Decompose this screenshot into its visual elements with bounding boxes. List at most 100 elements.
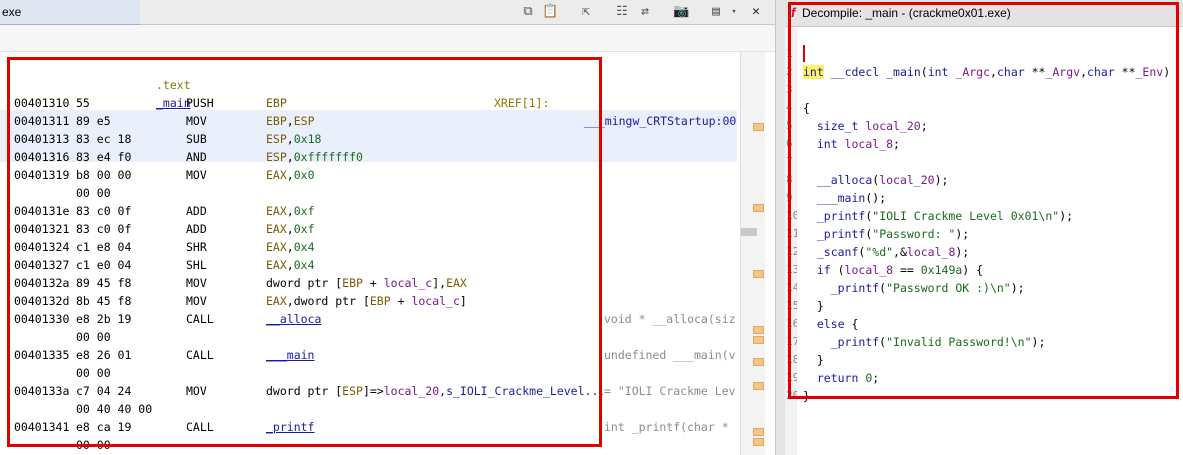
listing-address: 00401335	[14, 348, 70, 362]
code-line[interactable]: __alloca(local_20);	[803, 171, 949, 189]
listing-bytes: 83 c0 0f	[76, 204, 132, 218]
code-line[interactable]: int __cdecl _main(int _Argc,char **_Argv…	[803, 63, 1170, 81]
listing-row[interactable]: 00 00	[0, 364, 737, 382]
listing-body[interactable]: .text XREF[1]: ___mingw_CRTStartup:00 _m…	[0, 52, 740, 455]
listing-row[interactable]: 00401310 55 PUSH EBP	[0, 94, 737, 112]
listing-row[interactable]: 0040132d 8b 45 f8 MOV EAX,dword ptr [EBP + …	[0, 292, 737, 310]
listing-mnemonic: MOV	[186, 168, 207, 182]
listing-operands: ESP,0x18	[266, 132, 322, 146]
listing-row[interactable]: 00401316 83 e4 f0 AND ESP,0xfffffff0	[0, 148, 737, 166]
text-cursor	[803, 45, 805, 62]
listing-panel: exe ⧉ 📋 ⇱ ☷ ⇄ 📷 ▤ ▾ ✕ .text XREF[1]: ___…	[0, 0, 775, 455]
code-line[interactable]: if (local_8 == 0x149a) {	[803, 261, 983, 279]
listing-row[interactable]: 00401321 83 c0 0f ADD EAX,0xf	[0, 220, 737, 238]
listing-operands: EAX,0xf	[266, 204, 315, 218]
listing-operands: EAX,0x0	[266, 168, 315, 182]
code-line[interactable]: _scanf("%d",&local_8);	[803, 243, 969, 261]
listing-row[interactable]: 00401341 e8 ca 19 CALL _printf int _printf(c…	[0, 418, 737, 436]
code-line[interactable]: size_t local_20;	[803, 117, 928, 135]
listing-mnemonic: MOV	[186, 294, 207, 308]
code-line[interactable]: return 0;	[803, 369, 879, 387]
function-label-row: _main	[0, 76, 191, 110]
dropdown-icon[interactable]: ▾	[726, 4, 742, 20]
paste-icon[interactable]: 📋	[542, 4, 558, 20]
scroll-marker	[753, 382, 764, 390]
listing-bytes: 83 c0 0f	[76, 222, 132, 236]
code-line[interactable]: }	[803, 387, 810, 405]
listing-row[interactable]: 00401313 83 ec 18 SUB ESP,0x18	[0, 130, 737, 148]
listing-bytes: e8 ca 19	[76, 420, 132, 434]
line-number: 19	[786, 371, 797, 384]
code-line[interactable]: int local_8;	[803, 135, 900, 153]
listing-comment: undefined ___main(v	[604, 348, 736, 362]
listing-row[interactable]: 00401327 c1 e0 04 SHL EAX,0x4	[0, 256, 737, 274]
line-number: 6	[786, 137, 793, 150]
listing-row[interactable]: 00 00	[0, 328, 737, 346]
listing-tab[interactable]: exe	[0, 0, 142, 25]
listing-bytes: c1 e8 04	[76, 240, 132, 254]
code-line[interactable]: {	[803, 99, 810, 117]
listing-row[interactable]: 00 00	[0, 436, 737, 454]
listing-operands: EAX,0x4	[266, 240, 315, 254]
listing-bytes: 00 40 40 00	[76, 402, 153, 416]
listing-mnemonic: ADD	[186, 222, 207, 236]
layout-icon[interactable]: ▤	[708, 4, 724, 20]
code-line[interactable]: }	[803, 351, 824, 369]
decompile-panel: f Decompile: _main - (crackme0x01.exe) i…	[785, 0, 1183, 455]
listing-operands: EBP,ESP	[266, 114, 315, 128]
line-number: 2	[786, 65, 793, 78]
listing-bytes: e8 2b 19	[76, 312, 132, 326]
code-line[interactable]: _printf("IOLI Crackme Level 0x01\n");	[803, 207, 1073, 225]
scroll-marker	[753, 326, 764, 334]
line-number: 11	[786, 227, 797, 240]
close-icon[interactable]: ✕	[748, 4, 764, 20]
line-number: 14	[786, 281, 797, 294]
listing-operands: EAX,0xf	[266, 222, 315, 236]
listing-row[interactable]: 00401324 c1 e8 04 SHR EAX,0x4	[0, 238, 737, 256]
listing-operands: EBP	[266, 96, 287, 110]
listing-scrollbar[interactable]	[740, 52, 765, 455]
listing-mnemonic: MOV	[186, 114, 207, 128]
code-line[interactable]: _printf("Invalid Password!\n");	[803, 333, 1046, 351]
line-number: 12	[786, 245, 797, 258]
listing-row[interactable]: 00401319 b8 00 00 MOV EAX,0x0	[0, 166, 737, 184]
listing-address: 00401321	[14, 222, 70, 236]
listing-bytes: 00 00	[76, 330, 111, 344]
copy-icon[interactable]: ⧉	[520, 4, 536, 20]
code-line[interactable]: else {	[803, 315, 859, 333]
listing-row[interactable]: 00401311 89 e5 MOV EBP,ESP	[0, 112, 737, 130]
listing-comment: int _printf(char *	[604, 420, 729, 434]
line-number: 7	[786, 155, 793, 168]
line-number: 10	[786, 209, 797, 222]
listing-row[interactable]: 00 00	[0, 184, 737, 202]
listing-row[interactable]: 00 40 40 00	[0, 400, 737, 418]
code-line[interactable]: _printf("Password OK :)\n");	[803, 279, 1025, 297]
listing-row[interactable]: 0040132a 89 45 f8 MOV dword ptr [EBP + loca…	[0, 274, 737, 292]
listing-address: 00401330	[14, 312, 70, 326]
diff-icon[interactable]: ⇄	[637, 4, 653, 20]
listing-row[interactable]: 0040133a c7 04 24 MOV dword ptr [ESP]=>loca…	[0, 382, 737, 400]
cursor-select-icon[interactable]: ⇱	[578, 4, 594, 20]
snapshot-icon[interactable]: 📷	[673, 4, 689, 20]
scroll-marker	[753, 204, 764, 212]
listing-mnemonic: SHL	[186, 258, 207, 272]
listing-row[interactable]: 00401330 e8 2b 19 CALL __alloca void * __all…	[0, 310, 737, 328]
scroll-marker	[753, 438, 764, 446]
listing-row[interactable]: 0040131e 83 c0 0f ADD EAX,0xf	[0, 202, 737, 220]
decompile-title-bar[interactable]: f Decompile: _main - (crackme0x01.exe)	[785, 0, 1183, 27]
listing-mnemonic: SUB	[186, 132, 207, 146]
listing-operands: _printf	[266, 420, 315, 434]
listing-fields-icon[interactable]: ☷	[614, 4, 630, 20]
listing-comment: void * __alloca(siz	[604, 312, 736, 326]
code-line[interactable]: _printf("Password: ");	[803, 225, 969, 243]
listing-address: 00401316	[14, 150, 70, 164]
scroll-thumb[interactable]	[741, 228, 757, 236]
line-number: 15	[786, 299, 797, 312]
listing-bytes: c7 04 24	[76, 384, 132, 398]
listing-bytes: 00 00	[76, 438, 111, 452]
listing-operands: EAX,dword ptr [EBP + local_c]	[266, 294, 467, 308]
listing-row[interactable]: 00401335 e8 26 01 CALL ___main undefined ___…	[0, 346, 737, 364]
code-line[interactable]: ___main();	[803, 189, 886, 207]
code-line[interactable]: }	[803, 297, 824, 315]
listing-mnemonic: AND	[186, 150, 207, 164]
